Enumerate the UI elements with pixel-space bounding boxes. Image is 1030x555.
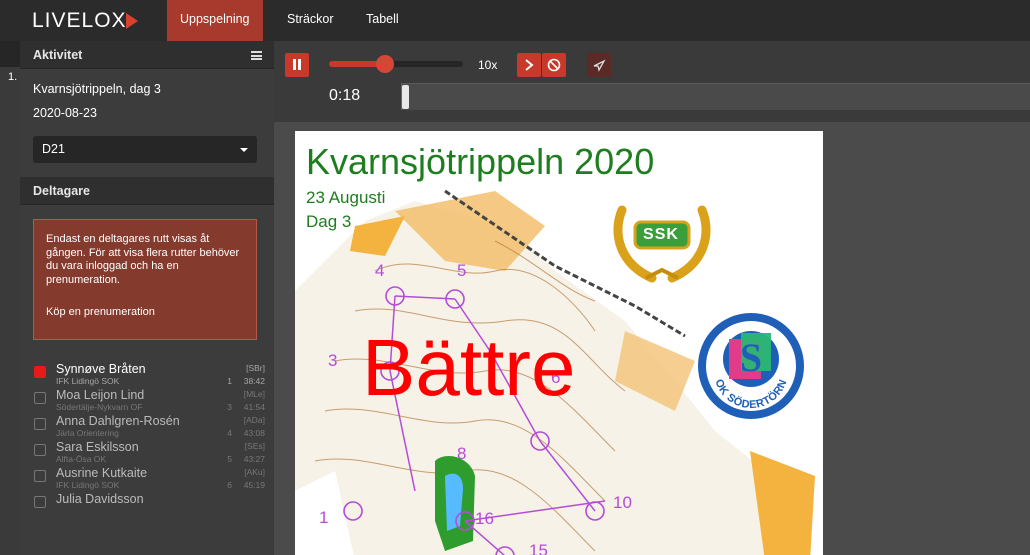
ok-sodertorn-emblem: S OK SÖDERTÖRN: [698, 313, 804, 419]
timeline-slider[interactable]: [401, 83, 1030, 110]
compass-arrow-icon: [593, 59, 606, 72]
menu-icon[interactable]: [251, 51, 262, 60]
class-select-value: D21: [42, 142, 65, 156]
control-number: 5: [457, 261, 467, 280]
chevron-down-icon: [240, 148, 248, 152]
control-number: 15: [529, 541, 548, 555]
runner-abbr: [AKu]: [244, 467, 265, 477]
class-select[interactable]: D21: [33, 136, 257, 163]
logo-text: LIVELOX: [32, 9, 127, 32]
ok-sodertorn-logo: S OK SÖDERTÖRN: [696, 311, 806, 421]
control-number: 16: [475, 509, 494, 528]
runner-time: 45:19: [243, 480, 265, 490]
runner-club: IFK Lidingö SOK: [56, 480, 120, 490]
runner-name: Sara Eskilsson: [56, 440, 139, 454]
runner-row[interactable]: Julia Davidsson: [20, 490, 274, 516]
tab-tabell[interactable]: Tabell: [353, 0, 412, 41]
runner-row[interactable]: Synnøve Bråten IFK Lidingö SOK [SBr] 1 3…: [20, 360, 274, 386]
runner-club: Järla Orientering: [56, 428, 119, 438]
runner-rank: 4: [227, 428, 232, 438]
control-number: 4: [375, 261, 385, 280]
runner-list: Synnøve Bråten IFK Lidingö SOK [SBr] 1 3…: [20, 360, 274, 516]
speed-label: 10x: [478, 58, 498, 72]
runner-rank: 3: [227, 402, 232, 412]
participants-header: Deltagare: [20, 177, 274, 205]
runner-time: 43:27: [243, 454, 265, 464]
runner-row[interactable]: Ausrine Kutkaite IFK Lidingö SOK [AKu] 6…: [20, 464, 274, 490]
tab-strackor[interactable]: Sträckor: [274, 0, 347, 41]
runner-name: Anna Dahlgren-Rosén: [56, 414, 180, 428]
runner-name: Moa Leijon Lind: [56, 388, 145, 402]
runner-rank: 5: [227, 454, 232, 464]
runner-time: 38:42: [243, 376, 265, 386]
hide-route-button[interactable]: [542, 53, 566, 77]
activity-header-label: Aktivitet: [33, 48, 83, 62]
subscription-notice: Endast en deltagares rutt visas åt gånge…: [33, 219, 257, 340]
ok-logo-letter: S: [740, 335, 762, 380]
left-edge-strip: 1.: [0, 41, 20, 555]
runner-checkbox[interactable]: [34, 418, 46, 430]
orienteering-map[interactable]: Kvarnsjötrippeln 2020 23 Augusti Dag 3 4…: [295, 131, 823, 555]
speed-slider-handle[interactable]: [376, 55, 395, 73]
participants-header-label: Deltagare: [33, 184, 90, 198]
runner-abbr: [ADa]: [243, 415, 265, 425]
activity-name: Kvarnsjötrippeln, dag 3: [33, 82, 161, 96]
runner-name: Synnøve Bråten: [56, 362, 146, 376]
runner-checkbox[interactable]: [34, 444, 46, 456]
watermark-text: Bättre: [362, 323, 576, 412]
runner-rank: 6: [227, 480, 232, 490]
left-strip-number: 1.: [8, 71, 18, 83]
ssk-logo-text: SSK: [643, 226, 679, 243]
runner-abbr: [SBr]: [246, 363, 265, 373]
buy-subscription-link[interactable]: Köp en prenumeration: [46, 306, 244, 320]
no-eye-icon: [547, 58, 561, 72]
runner-time: 41:54: [243, 402, 265, 412]
elapsed-time: 0:18: [329, 87, 361, 104]
ssk-club-logo: SSK: [608, 198, 716, 284]
playback-controls: 10x 0:18: [274, 41, 1030, 122]
runner-rank: 1: [227, 376, 232, 386]
left-strip-header: [0, 41, 20, 67]
map-subtitle-day: Dag 3: [306, 212, 352, 231]
runner-row[interactable]: Sara Eskilsson Alfta-Ösa OK [SEs] 5 43:2…: [20, 438, 274, 464]
runner-checkbox[interactable]: [34, 470, 46, 482]
runner-club: Södertälje-Nykvarn OF: [56, 402, 143, 412]
map-subtitle-date: 23 Augusti: [306, 188, 386, 207]
map-viewport[interactable]: Kvarnsjötrippeln 2020 23 Augusti Dag 3 4…: [274, 122, 1030, 555]
pause-button[interactable]: [285, 53, 309, 77]
runner-row[interactable]: Anna Dahlgren-Rosén Järla Orientering [A…: [20, 412, 274, 438]
top-bar: LIVELOX Uppspelning Sträckor Tabell: [0, 0, 1030, 41]
control-number: 1: [319, 508, 329, 527]
notice-text: Endast en deltagares rutt visas åt gånge…: [46, 233, 240, 286]
control-number: 10: [613, 493, 632, 512]
map-title: Kvarnsjötrippeln 2020: [306, 141, 655, 182]
tail-length-button[interactable]: [517, 53, 541, 77]
control-number: 3: [328, 351, 338, 370]
runner-abbr: [SEs]: [244, 441, 265, 451]
activity-date: 2020-08-23: [33, 106, 97, 120]
runner-club: Alfta-Ösa OK: [56, 454, 107, 464]
timeline-handle[interactable]: [402, 85, 409, 109]
control-number: 8: [457, 444, 467, 463]
arrow-right-icon: [525, 59, 534, 71]
livelox-logo[interactable]: LIVELOX: [32, 8, 140, 34]
runner-checkbox[interactable]: [34, 496, 46, 508]
speed-slider[interactable]: [329, 55, 463, 73]
runner-abbr: [MLe]: [243, 389, 265, 399]
runner-name: Ausrine Kutkaite: [56, 466, 148, 480]
runner-time: 43:08: [243, 428, 265, 438]
logo-flag-icon: [125, 13, 138, 29]
activity-header: Aktivitet: [20, 41, 274, 69]
follow-runner-button[interactable]: [587, 53, 611, 77]
runner-name: Julia Davidsson: [56, 492, 144, 506]
sidebar: Aktivitet Kvarnsjötrippeln, dag 3 2020-0…: [20, 41, 274, 555]
runner-club: IFK Lidingö SOK: [56, 376, 120, 386]
runner-checkbox[interactable]: [34, 392, 46, 404]
tab-uppspelning[interactable]: Uppspelning: [167, 0, 263, 41]
runner-row[interactable]: Moa Leijon Lind Södertälje-Nykvarn OF [M…: [20, 386, 274, 412]
runner-checkbox[interactable]: [34, 366, 46, 378]
